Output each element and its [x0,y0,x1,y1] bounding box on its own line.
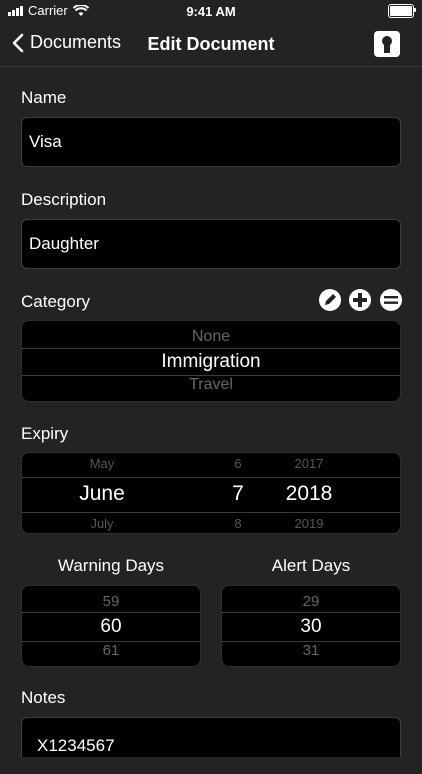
plus-icon [353,293,367,307]
month-option[interactable]: May [54,456,150,471]
page-title: Edit Document [147,34,275,54]
description-field[interactable]: Daughter [21,219,401,269]
year-option[interactable]: 2019 [274,516,344,531]
expiry-label: Expiry [21,424,69,443]
list-icon [384,296,398,304]
alert-days-option[interactable]: 31 [222,642,400,659]
alert-days-option[interactable]: 29 [222,593,400,610]
category-option[interactable]: None [22,328,400,346]
navigation-bar: Documents Edit Document [0,22,422,67]
name-label: Name [21,88,67,107]
year-selected[interactable]: 2018 [274,482,344,506]
warning-days-picker[interactable]: 59 60 61 [21,585,201,667]
battery-icon [388,4,416,18]
expiry-date-picker[interactable]: May June July 6 7 8 2017 2018 2019 [21,452,401,534]
notes-label: Notes [21,688,66,707]
day-option[interactable]: 8 [218,516,258,531]
alert-days-picker[interactable]: 29 30 31 [221,585,401,667]
keyhole-icon [382,36,392,53]
warning-days-selected[interactable]: 60 [22,616,200,638]
warning-days-option[interactable]: 61 [22,642,200,659]
category-selected[interactable]: Immigration [22,351,400,373]
category-picker[interactable]: None Immigration Travel [21,320,401,402]
alert-days-label: Alert Days [271,556,351,575]
warning-days-option[interactable]: 59 [22,593,200,610]
alert-days-selected[interactable]: 30 [222,616,400,638]
lock-button[interactable] [374,31,400,57]
status-bar: Carrier 9:41 AM [0,0,422,22]
category-option[interactable]: Travel [22,376,400,394]
month-selected[interactable]: June [54,482,150,506]
name-field[interactable]: Visa [21,117,401,167]
notes-field[interactable]: X1234567 [21,717,401,757]
warning-days-label: Warning Days [57,556,165,575]
pencil-icon [325,294,336,305]
day-selected[interactable]: 7 [218,482,258,506]
add-category-button[interactable] [349,289,371,311]
edit-category-button[interactable] [319,289,341,311]
month-option[interactable]: July [54,516,150,531]
category-label: Category [21,292,90,311]
reorder-category-button[interactable] [380,289,402,311]
year-option[interactable]: 2017 [274,456,344,471]
description-label: Description [21,190,107,209]
status-time: 9:41 AM [186,4,236,19]
day-option[interactable]: 6 [218,456,258,471]
